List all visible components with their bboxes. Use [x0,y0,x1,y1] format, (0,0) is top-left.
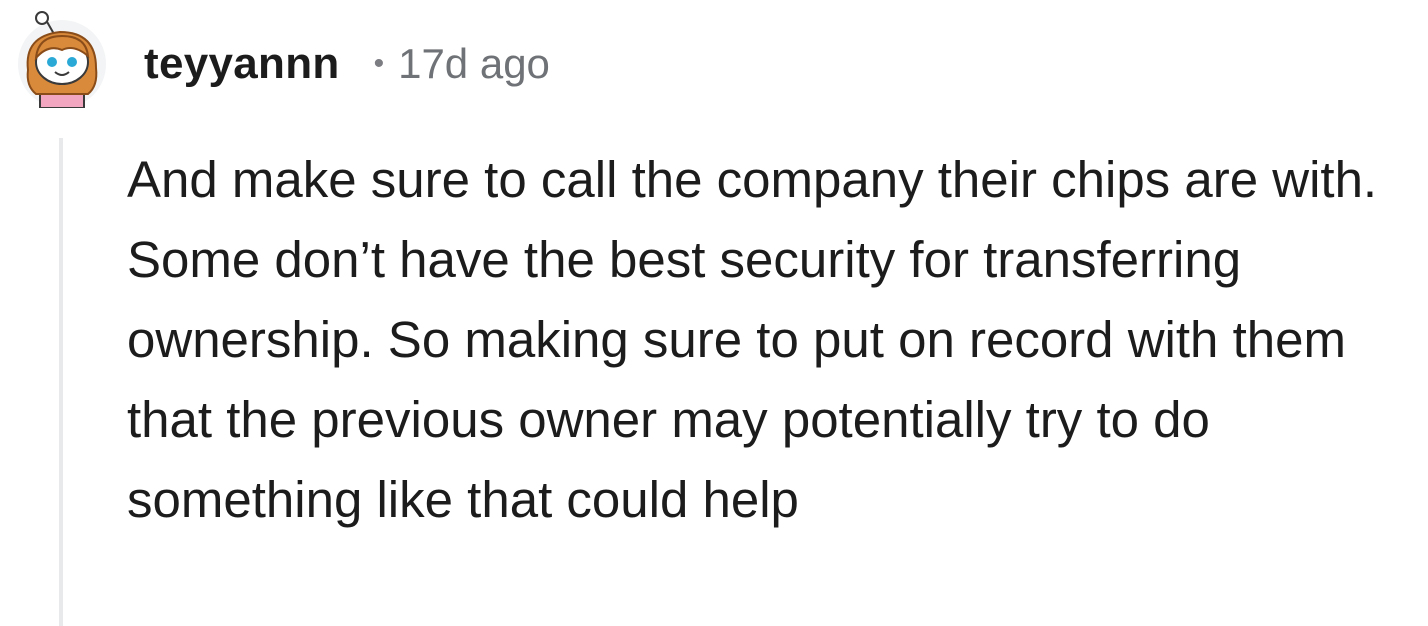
username[interactable]: teyyannn [144,39,340,89]
snoo-avatar-icon [26,11,98,108]
timestamp[interactable]: 17d ago [398,40,550,88]
comment: teyyannn • 17d ago And make sure to call… [0,0,1428,626]
comment-text: And make sure to call the company their … [127,151,1378,528]
comment-body: And make sure to call the company their … [127,140,1422,540]
thread-line[interactable] [59,138,63,626]
comment-header: teyyannn • 17d ago [18,11,550,114]
avatar[interactable] [18,11,106,108]
meta-separator: • [373,47,385,80]
